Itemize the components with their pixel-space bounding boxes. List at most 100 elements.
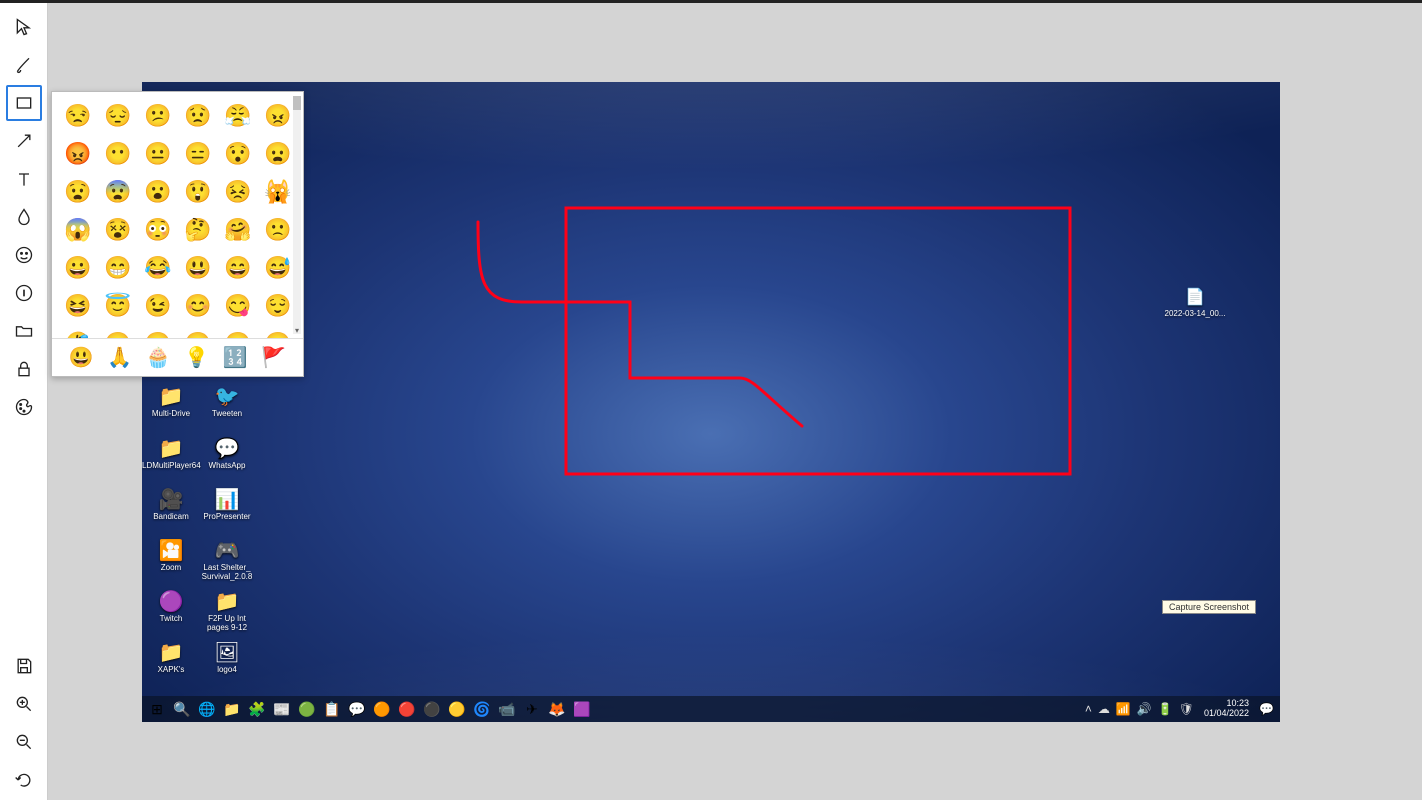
emoji-option[interactable]: 😏: [104, 330, 132, 338]
tray-chevron-icon[interactable]: ˄: [1085, 702, 1092, 716]
tray-volume-icon[interactable]: 🔊: [1137, 702, 1152, 716]
blur-tool[interactable]: [6, 199, 42, 235]
desktop-icon[interactable]: 🐦Tweeten: [198, 387, 256, 418]
emoji-option[interactable]: 😠: [264, 102, 292, 130]
emoji-option[interactable]: 😨: [104, 178, 132, 206]
emoji-option[interactable]: 😒: [64, 102, 92, 130]
emoji-option[interactable]: 🤗: [224, 216, 252, 244]
emoji-option[interactable]: 😮: [224, 330, 252, 338]
desktop-icon[interactable]: 📁Multi-Drive: [142, 387, 200, 418]
emoji-option[interactable]: 😡: [64, 140, 92, 168]
emoji-option[interactable]: 😉: [144, 292, 172, 320]
save-tool[interactable]: [6, 648, 42, 684]
scrollbar-thumb[interactable]: [293, 96, 301, 110]
counter-tool[interactable]: [6, 275, 42, 311]
brush-tool[interactable]: [6, 47, 42, 83]
tb-app-icon[interactable]: 🦊: [548, 700, 566, 718]
tray-icon[interactable]: ☁: [1098, 702, 1110, 716]
desktop-icon[interactable]: 🎮Last Shelter_ Survival_2.0.8: [198, 541, 256, 581]
emoji-scrollbar[interactable]: ▾: [293, 96, 301, 334]
emoji-option[interactable]: 😁: [264, 330, 292, 338]
emoji-option[interactable]: 😶: [104, 140, 132, 168]
desktop-icon[interactable]: 📊ProPresenter: [198, 490, 256, 521]
emoji-option[interactable]: 😕: [144, 102, 172, 130]
emoji-tab-smileys[interactable]: 😃: [69, 345, 94, 370]
tb-app-icon[interactable]: 📋: [323, 700, 341, 718]
emoji-tab-objects[interactable]: 💡: [184, 345, 209, 370]
desktop-icon[interactable]: 🟣Twitch: [142, 592, 200, 623]
emoji-option[interactable]: 😶: [144, 330, 172, 338]
zoom-out-tool[interactable]: [6, 724, 42, 760]
cursor-tool[interactable]: [6, 9, 42, 45]
start-button[interactable]: ⊞: [148, 700, 166, 718]
emoji-option[interactable]: 😯: [224, 140, 252, 168]
tray-notification-icon[interactable]: 💬: [1259, 702, 1274, 716]
emoji-option[interactable]: 😧: [64, 178, 92, 206]
emoji-option[interactable]: 😊: [184, 292, 212, 320]
emoji-option[interactable]: 😮: [144, 178, 172, 206]
tb-app-icon[interactable]: ⚫: [423, 700, 441, 718]
emoji-option[interactable]: 😑: [184, 140, 212, 168]
tb-app-icon[interactable]: 💬: [348, 700, 366, 718]
lock-tool[interactable]: [6, 351, 42, 387]
emoji-option[interactable]: 😐: [144, 140, 172, 168]
emoji-option[interactable]: 😄: [224, 254, 252, 282]
emoji-option[interactable]: 😀: [64, 254, 92, 282]
zoom-in-tool[interactable]: [6, 686, 42, 722]
emoji-option[interactable]: 😵: [104, 216, 132, 244]
tb-app-icon[interactable]: 🔴: [398, 700, 416, 718]
emoji-option[interactable]: 😂: [144, 254, 172, 282]
tb-app-icon[interactable]: 🟡: [448, 700, 466, 718]
tray-icon[interactable]: 🛡: [1179, 702, 1194, 716]
emoji-option[interactable]: 😋: [224, 292, 252, 320]
emoji-tab-symbols[interactable]: 🔢: [223, 345, 248, 370]
emoji-option[interactable]: 😦: [264, 140, 292, 168]
tb-app-icon[interactable]: 🌐: [198, 700, 216, 718]
desktop-icon[interactable]: 💬WhatsApp: [198, 439, 256, 470]
emoji-option[interactable]: 😟: [184, 102, 212, 130]
folder-tool[interactable]: [6, 313, 42, 349]
emoji-option[interactable]: 😣: [224, 178, 252, 206]
emoji-option[interactable]: 😔: [104, 102, 132, 130]
desktop-icon[interactable]: 📁F2F Up Int pages 9-12: [198, 592, 256, 632]
tb-app-icon[interactable]: 🧩: [248, 700, 266, 718]
emoji-option[interactable]: 🤔: [184, 216, 212, 244]
desktop-icon[interactable]: 🎥Bandicam: [142, 490, 200, 521]
canvas-area[interactable]: 📁Multi-Drive 📁LDMultiPlayer64 🎥Bandicam …: [48, 3, 1422, 800]
emoji-option[interactable]: 😆: [64, 292, 92, 320]
tb-app-icon[interactable]: 🌀: [473, 700, 491, 718]
rectangle-tool[interactable]: [6, 85, 42, 121]
emoji-option[interactable]: 😬: [184, 330, 212, 338]
tray-battery-icon[interactable]: 🔋: [1158, 702, 1173, 716]
emoji-option[interactable]: 🙀: [264, 178, 292, 206]
emoji-option[interactable]: 😅: [264, 254, 292, 282]
tb-app-icon[interactable]: ✈: [523, 700, 541, 718]
desktop-icon[interactable]: 🎦Zoom: [142, 541, 200, 572]
desktop-icon[interactable]: 📁XAPK's: [142, 643, 200, 674]
arrow-tool[interactable]: [6, 123, 42, 159]
palette-tool[interactable]: [6, 389, 42, 425]
emoji-tab-flags[interactable]: 🚩: [261, 345, 286, 370]
emoji-tool[interactable]: [6, 237, 42, 273]
tb-app-icon[interactable]: 🟢: [298, 700, 316, 718]
desktop-icon[interactable]: 🖼logo4: [198, 643, 256, 674]
emoji-option[interactable]: 😳: [144, 216, 172, 244]
tb-app-icon[interactable]: 📁: [223, 700, 241, 718]
tb-app-icon[interactable]: 🟠: [373, 700, 391, 718]
emoji-tab-people[interactable]: 🙏: [107, 345, 132, 370]
tb-app-icon[interactable]: 📹: [498, 700, 516, 718]
tb-app-icon[interactable]: 🟪: [573, 700, 591, 718]
emoji-option[interactable]: 😲: [184, 178, 212, 206]
emoji-option[interactable]: 😇: [104, 292, 132, 320]
clock[interactable]: 10:23 01/04/2022: [1204, 699, 1249, 719]
text-tool[interactable]: [6, 161, 42, 197]
emoji-option[interactable]: 😤: [224, 102, 252, 130]
emoji-option[interactable]: 😃: [184, 254, 212, 282]
emoji-option[interactable]: 😁: [104, 254, 132, 282]
scrollbar-down-icon[interactable]: ▾: [293, 326, 301, 334]
tb-app-icon[interactable]: 📰: [273, 700, 291, 718]
tray-network-icon[interactable]: 📶: [1116, 702, 1131, 716]
reset-tool[interactable]: [6, 762, 42, 798]
emoji-option[interactable]: 🙁: [264, 216, 292, 244]
desktop-icon[interactable]: 📁LDMultiPlayer64: [142, 439, 200, 470]
